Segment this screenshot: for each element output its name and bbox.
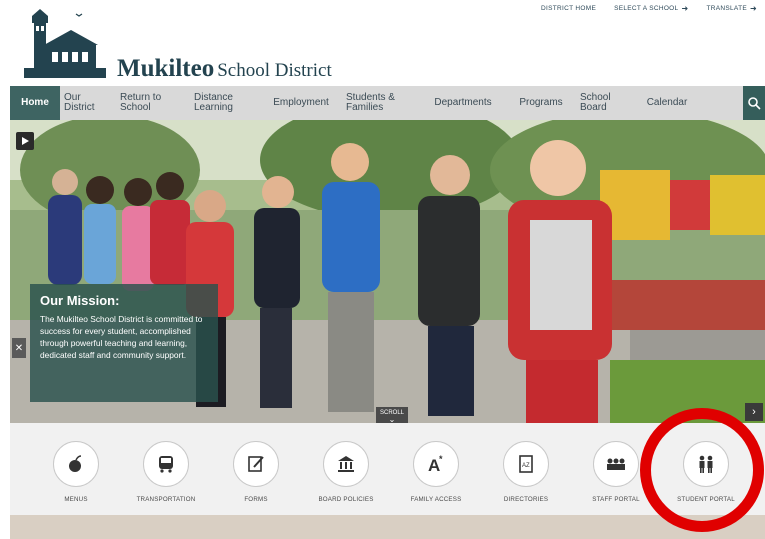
apple-icon [69,455,82,472]
nav-item-school-board[interactable]: School Board [576,86,632,120]
grade-a-icon: A* [428,454,443,474]
select-school-link[interactable]: SELECT A SCHOOL ➜ [614,4,688,13]
search-button[interactable] [743,86,765,120]
arrow-right-icon: ➜ [749,4,757,13]
chevron-down-icon: ⌄ [388,415,396,424]
nav-item-departments[interactable]: Departments [420,86,506,120]
svg-text:AZ: AZ [522,463,530,469]
play-pause-button[interactable] [16,132,34,150]
translate-label: TRANSLATE [706,5,747,12]
quick-link-label: BOARD POLICIES [318,496,374,503]
staff-portal-icon-circle [593,441,639,487]
bus-icon [159,456,173,473]
main-nav: Home Our District Return to School Dista… [10,86,765,120]
family-access-icon-circle: A * [413,441,459,487]
footer-strip [10,515,765,539]
nav-item-students-families[interactable]: Students & Families [342,86,420,120]
brand-rest: School District [217,60,332,81]
form-pencil-icon [248,456,264,472]
nav-item-employment[interactable]: Employment [260,86,342,120]
building-icon [338,456,354,472]
scroll-button[interactable]: SCROLL ⌄ [376,407,408,423]
select-school-label: SELECT A SCHOOL [614,5,679,12]
svg-text:*: * [439,454,443,464]
district-name[interactable]: Mukilteo School District [117,55,332,83]
highlight-circle [640,408,764,532]
staff-group-icon [607,458,625,470]
brand-bold: Mukilteo [117,55,215,82]
arrow-right-icon: ➜ [681,4,689,13]
nav-item-calendar[interactable]: Calendar [632,86,702,120]
district-home-link[interactable]: DISTRICT HOME [541,4,596,13]
close-icon: ✕ [14,342,24,354]
mission-title: Our Mission: [40,293,120,308]
nav-item-home[interactable]: Home [10,86,60,120]
search-icon [748,97,761,110]
directory-book-icon: AZ [519,455,533,473]
directories-icon-circle: AZ [503,441,549,487]
quick-link-label: TRANSPORTATION [136,496,196,503]
mission-text: The Mukilteo School District is committe… [40,314,203,360]
page: { "utility": { "district_home": "DISTRIC… [0,0,765,539]
chevron-right-icon: › [752,406,756,418]
quick-link-label: FORMS [244,496,268,503]
lighthouse-logo[interactable] [24,8,106,80]
quick-link-forms[interactable]: FORMS [206,441,306,503]
board-policies-icon-circle [323,441,369,487]
next-slide-button[interactable]: › [745,403,763,421]
quick-link-transportation[interactable]: TRANSPORTATION [116,441,216,503]
quick-link-label: MENUS [64,496,88,503]
play-icon [22,137,29,145]
quick-link-label: DIRECTORIES [503,496,549,503]
forms-icon-circle [233,441,279,487]
nav-item-return-to-school[interactable]: Return to School [116,86,190,120]
quick-link-menus[interactable]: MENUS [26,441,126,503]
district-home-label: DISTRICT HOME [541,5,597,12]
nav-item-programs[interactable]: Programs [506,86,576,120]
quick-link-label: FAMILY ACCESS [410,496,462,503]
menus-icon-circle [53,441,99,487]
mission-panel: Our Mission: The Mukilteo School Distric… [30,284,218,402]
quick-link-family-access[interactable]: A * FAMILY ACCESS [386,441,486,503]
nav-item-our-district[interactable]: Our District [60,86,116,120]
quick-link-board-policies[interactable]: BOARD POLICIES [296,441,396,503]
nav-item-distance-learning[interactable]: Distance Learning [190,86,260,120]
quick-link-directories[interactable]: AZ DIRECTORIES [476,441,576,503]
transportation-icon-circle [143,441,189,487]
translate-link[interactable]: TRANSLATE ➜ [706,4,757,13]
hero-slideshow: Our Mission: The Mukilteo School Distric… [10,120,765,423]
close-mission-button[interactable]: ✕ [12,338,26,358]
utility-bar: DISTRICT HOME SELECT A SCHOOL ➜ TRANSLATE… [541,4,757,13]
